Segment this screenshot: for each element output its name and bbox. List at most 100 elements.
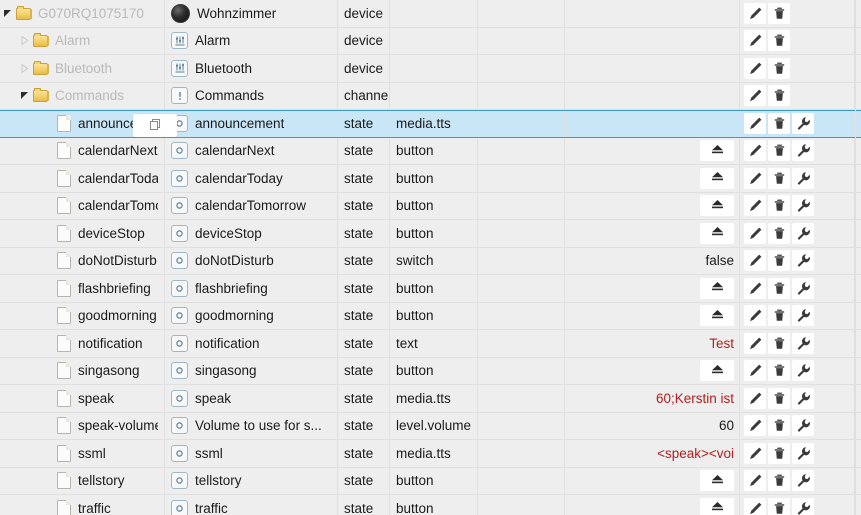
value-cell[interactable] (565, 27, 740, 54)
pencil-button[interactable] (744, 415, 766, 437)
value-cell[interactable]: false (565, 247, 740, 274)
wrench-button[interactable] (792, 222, 814, 244)
pencil-button[interactable] (744, 470, 766, 492)
name-cell[interactable]: flashbriefing (165, 275, 338, 302)
name-cell[interactable]: doNotDisturb (165, 247, 338, 274)
table-row[interactable]: G070RQ1075170 Wohnzimmer device (0, 0, 861, 28)
trash-button[interactable] (768, 442, 790, 464)
tree-cell[interactable]: flashbriefing (0, 275, 165, 302)
table-row[interactable]: deviceStop deviceStop state button (0, 220, 861, 248)
wrench-button[interactable] (792, 387, 814, 409)
name-cell[interactable]: calendarTomorrow (165, 192, 338, 219)
trash-button[interactable] (768, 277, 790, 299)
actions-cell[interactable] (740, 0, 855, 27)
table-row[interactable]: tellstory tellstory state button (0, 467, 861, 495)
table-row[interactable]: ssml ssml state media.tts <speak><voi (0, 440, 861, 468)
pencil-button[interactable] (744, 85, 766, 107)
object-tree-table[interactable]: G070RQ1075170 Wohnzimmer device Alarm Alarm d… (0, 0, 861, 515)
trash-button[interactable] (768, 497, 790, 515)
name-cell[interactable]: announcement (165, 111, 338, 137)
pencil-button[interactable] (744, 140, 766, 162)
table-row[interactable]: flashbriefing flashbriefing state button (0, 275, 861, 303)
eject-button-control[interactable] (700, 497, 734, 515)
table-row[interactable]: calendarToday calendarToday state button (0, 165, 861, 193)
wrench-button[interactable] (792, 497, 814, 515)
triangle-down-icon[interactable] (17, 91, 32, 100)
table-row[interactable]: speak speak state media.tts 60;Kerstin ist (0, 385, 861, 413)
eject-button-control[interactable] (700, 360, 734, 382)
value-cell[interactable] (565, 302, 740, 329)
trash-button[interactable] (768, 250, 790, 272)
wrench-button[interactable] (792, 113, 814, 135)
actions-cell[interactable] (740, 495, 855, 515)
pencil-button[interactable] (744, 305, 766, 327)
value-cell[interactable] (565, 220, 740, 247)
pencil-button[interactable] (744, 57, 766, 79)
trash-button[interactable] (768, 140, 790, 162)
actions-cell[interactable] (740, 440, 855, 467)
wrench-button[interactable] (792, 332, 814, 354)
copy-button[interactable] (133, 114, 177, 137)
name-cell[interactable]: goodmorning (165, 302, 338, 329)
pencil-button[interactable] (744, 442, 766, 464)
eject-button-control[interactable] (700, 470, 734, 492)
actions-cell[interactable] (740, 220, 855, 247)
actions-cell[interactable] (740, 385, 855, 412)
tree-cell[interactable]: Alarm (0, 27, 165, 54)
trash-button[interactable] (768, 332, 790, 354)
trash-button[interactable] (768, 195, 790, 217)
value-cell[interactable] (565, 357, 740, 384)
tree-cell[interactable]: speak (0, 385, 165, 412)
value-cell[interactable] (565, 55, 740, 82)
tree-cell[interactable]: speak-volume (0, 412, 165, 439)
table-row[interactable]: announcement announcement state media.tts (0, 110, 861, 138)
tree-cell[interactable]: ssml (0, 440, 165, 467)
tree-cell[interactable]: traffic (0, 495, 165, 515)
wrench-button[interactable] (792, 305, 814, 327)
tree-cell[interactable]: deviceStop (0, 220, 165, 247)
name-cell[interactable]: traffic (165, 495, 338, 515)
wrench-button[interactable] (792, 140, 814, 162)
pencil-button[interactable] (744, 113, 766, 135)
tree-cell[interactable]: goodmorning (0, 302, 165, 329)
actions-cell[interactable] (740, 275, 855, 302)
pencil-button[interactable] (744, 277, 766, 299)
trash-button[interactable] (768, 305, 790, 327)
actions-cell[interactable] (740, 82, 855, 109)
trash-button[interactable] (768, 2, 790, 24)
table-row[interactable]: calendarTomorrow calendarTomorrow state but… (0, 192, 861, 220)
actions-cell[interactable] (740, 55, 855, 82)
eject-button-control[interactable] (700, 305, 734, 327)
eject-button-control[interactable] (700, 140, 734, 162)
pencil-button[interactable] (744, 332, 766, 354)
wrench-button[interactable] (792, 442, 814, 464)
pencil-button[interactable] (744, 222, 766, 244)
table-row[interactable]: goodmorning goodmorning state button (0, 302, 861, 330)
actions-cell[interactable] (740, 302, 855, 329)
wrench-button[interactable] (792, 470, 814, 492)
name-cell[interactable]: ssml (165, 440, 338, 467)
value-cell[interactable]: 60 (565, 412, 740, 439)
tree-cell[interactable]: doNotDisturb (0, 247, 165, 274)
value-cell[interactable] (565, 275, 740, 302)
triangle-right-icon[interactable] (17, 63, 32, 73)
wrench-button[interactable] (792, 167, 814, 189)
name-cell[interactable]: tellstory (165, 467, 338, 494)
name-cell[interactable]: calendarToday (165, 165, 338, 192)
tree-cell[interactable]: Bluetooth (0, 55, 165, 82)
pencil-button[interactable] (744, 30, 766, 52)
actions-cell[interactable] (740, 330, 855, 357)
eject-button-control[interactable] (700, 277, 734, 299)
pencil-button[interactable] (744, 2, 766, 24)
eject-button-control[interactable] (700, 222, 734, 244)
wrench-button[interactable] (792, 360, 814, 382)
table-row[interactable]: Bluetooth Bluetooth device (0, 55, 861, 83)
pencil-button[interactable] (744, 195, 766, 217)
value-cell[interactable] (565, 82, 740, 109)
trash-button[interactable] (768, 222, 790, 244)
value-cell[interactable] (565, 495, 740, 515)
actions-cell[interactable] (740, 467, 855, 494)
value-cell[interactable] (565, 0, 740, 27)
trash-button[interactable] (768, 30, 790, 52)
table-row[interactable]: Alarm Alarm device (0, 27, 861, 55)
